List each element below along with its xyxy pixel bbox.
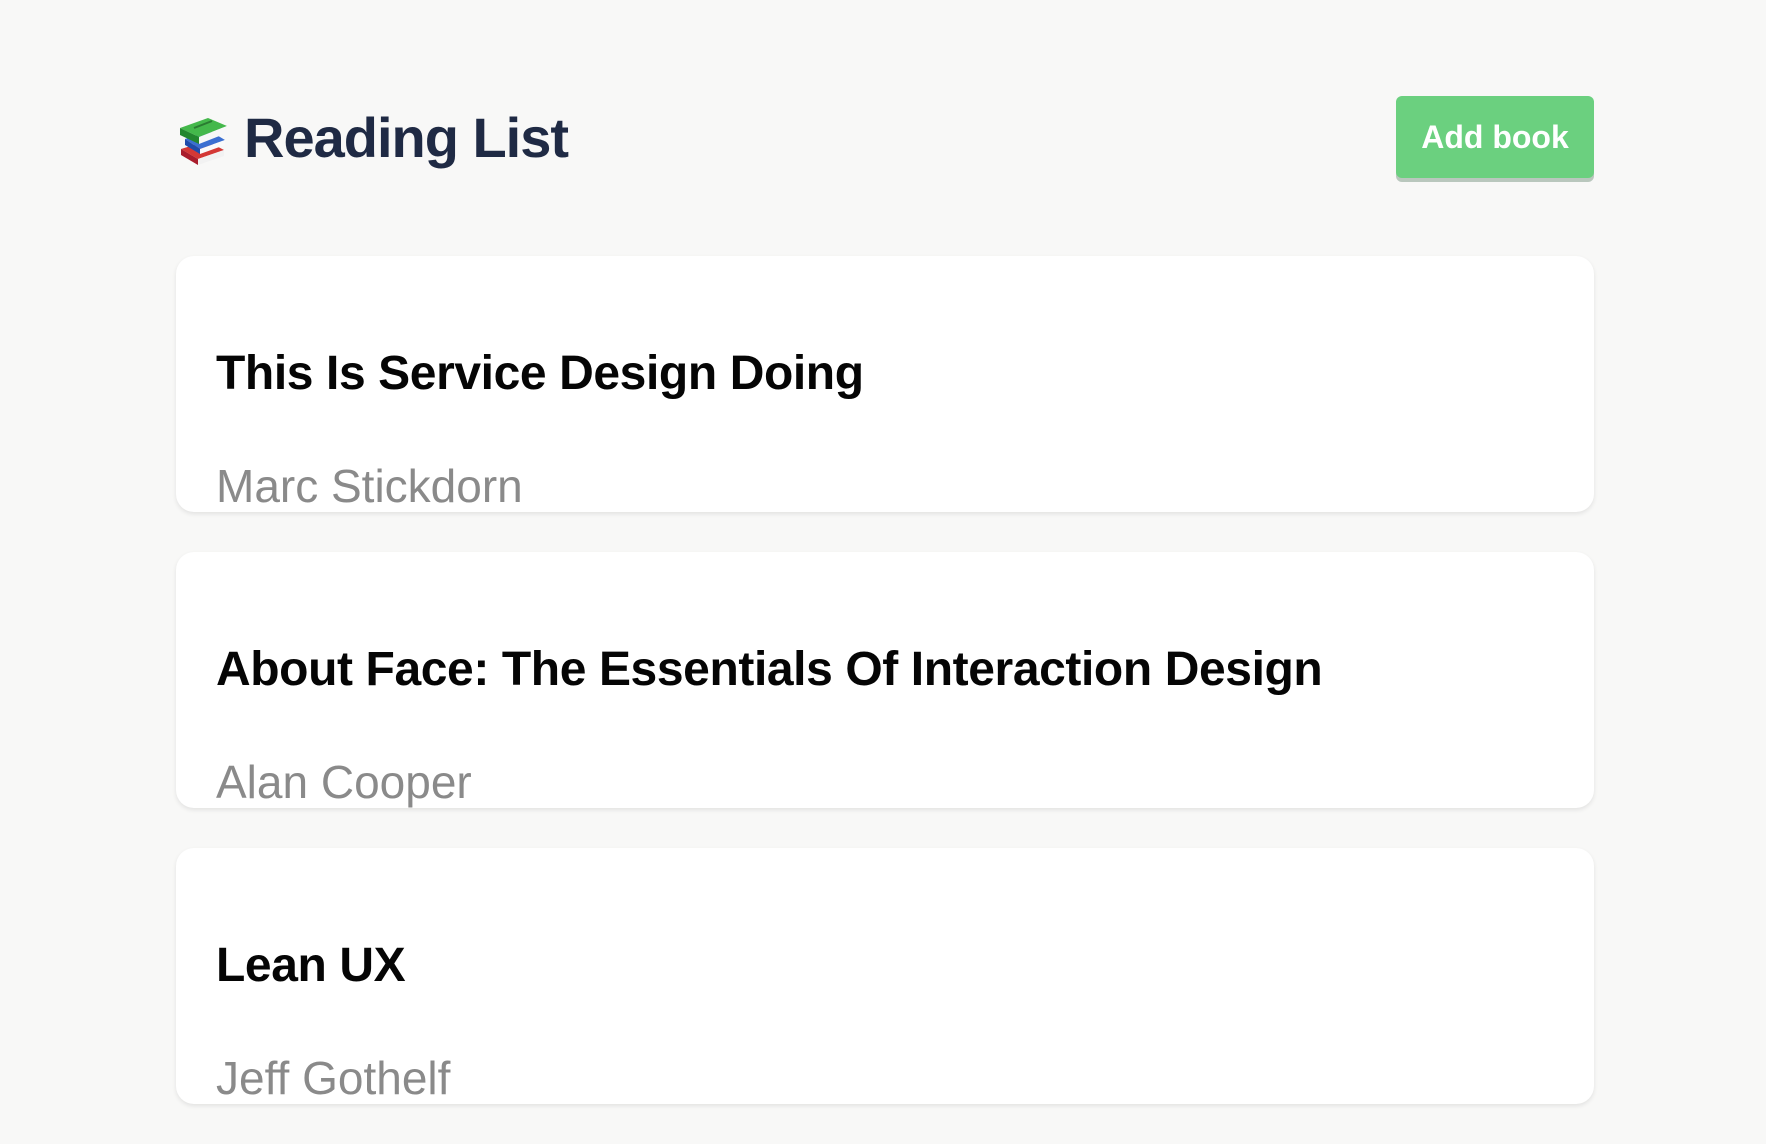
book-title: Lean UX (216, 938, 406, 992)
book-author: Jeff Gothelf (216, 1052, 451, 1104)
book-card[interactable]: About Face: The Essentials Of Interactio… (176, 552, 1594, 808)
book-title: This Is Service Design Doing (216, 346, 864, 400)
book-list: This Is Service Design Doing Marc Stickd… (176, 256, 1594, 1144)
book-card[interactable]: Lean UX Jeff Gothelf (176, 848, 1594, 1104)
book-author: Alan Cooper (216, 756, 472, 808)
book-card[interactable]: This Is Service Design Doing Marc Stickd… (176, 256, 1594, 512)
title-group: Reading List (176, 106, 569, 170)
add-book-button[interactable]: Add book (1396, 96, 1594, 178)
book-title: About Face: The Essentials Of Interactio… (216, 642, 1323, 696)
page-title: Reading List (244, 106, 569, 169)
books-icon (176, 110, 230, 166)
page-header: Reading List Add book (176, 96, 1594, 180)
book-author: Marc Stickdorn (216, 460, 523, 512)
